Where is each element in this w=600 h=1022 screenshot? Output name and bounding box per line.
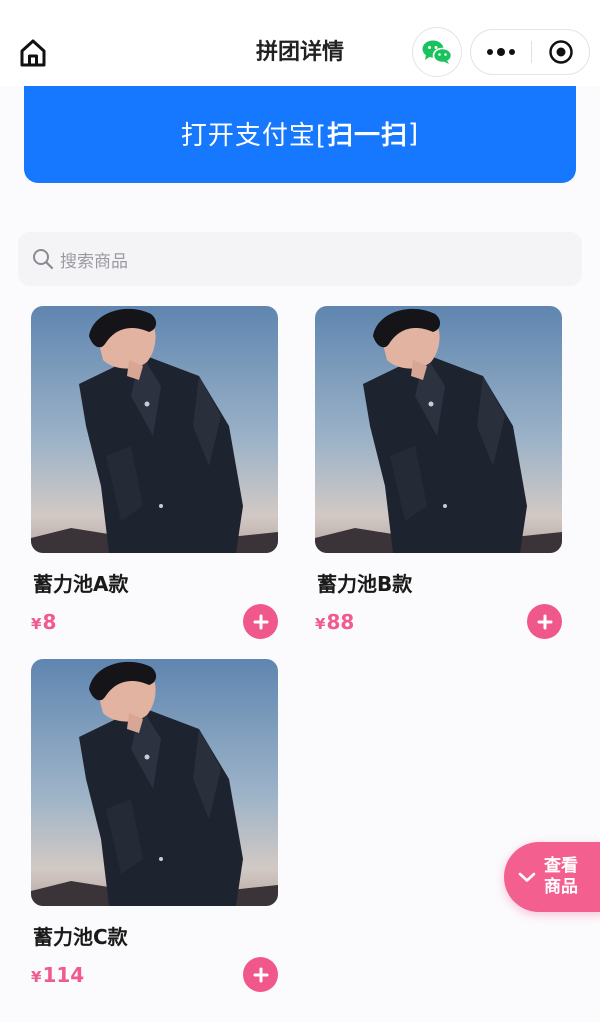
more-button[interactable]	[471, 30, 531, 74]
wechat-icon	[422, 40, 453, 64]
view-goods-label: 查看 商品	[544, 856, 584, 898]
price-value: 114	[42, 963, 85, 987]
product-card[interactable]: 蓄力池C款 ¥114	[31, 659, 279, 992]
more-dots-icon	[487, 48, 515, 56]
product-title: 蓄力池B款	[317, 572, 413, 596]
close-circle-icon	[549, 40, 573, 64]
mini-program-capsule	[470, 29, 590, 75]
plus-icon	[537, 614, 552, 629]
page: 拼团详情 打开支付宝[扫一扫] 搜索商品 蓄力池A款 ¥8 蓄力池B款 ¥8…	[0, 0, 600, 1022]
alipay-scan-banner[interactable]: 打开支付宝[扫一扫]	[24, 84, 576, 183]
product-image	[31, 306, 278, 553]
navigation-bar: 拼团详情	[0, 0, 600, 86]
search-input[interactable]: 搜索商品	[18, 232, 582, 286]
price-value: 88	[326, 610, 355, 634]
search-placeholder: 搜索商品	[60, 251, 128, 272]
banner-action: 扫一扫	[326, 121, 408, 151]
product-price: ¥114	[31, 963, 84, 987]
home-icon	[20, 39, 46, 67]
currency-symbol: ¥	[31, 615, 42, 633]
close-button[interactable]	[532, 30, 590, 74]
product-card[interactable]: 蓄力池A款 ¥8	[31, 306, 279, 639]
product-title: 蓄力池C款	[33, 925, 128, 949]
banner-suffix: ]	[408, 118, 420, 149]
view-goods-line1: 查看	[544, 856, 578, 876]
add-to-cart-button[interactable]	[243, 957, 278, 992]
plus-icon	[253, 614, 268, 629]
search-icon	[33, 249, 54, 270]
view-goods-button[interactable]: 查看 商品	[504, 842, 600, 912]
product-title: 蓄力池A款	[33, 572, 129, 596]
currency-symbol: ¥	[315, 615, 326, 633]
wechat-share-button[interactable]	[412, 27, 462, 77]
home-button[interactable]	[14, 34, 52, 72]
product-card[interactable]: 蓄力池B款 ¥88	[315, 306, 563, 639]
chevron-down-icon	[518, 872, 536, 882]
view-goods-line2: 商品	[544, 877, 578, 897]
banner-prefix: 打开支付宝[	[180, 121, 327, 151]
product-price: ¥8	[31, 610, 56, 634]
product-price: ¥88	[315, 610, 354, 634]
add-to-cart-button[interactable]	[243, 604, 278, 639]
currency-symbol: ¥	[31, 968, 42, 986]
page-title: 拼团详情	[255, 40, 344, 65]
price-value: 8	[42, 610, 57, 634]
product-image	[31, 659, 278, 906]
product-image	[315, 306, 562, 553]
plus-icon	[253, 967, 268, 982]
add-to-cart-button[interactable]	[527, 604, 562, 639]
